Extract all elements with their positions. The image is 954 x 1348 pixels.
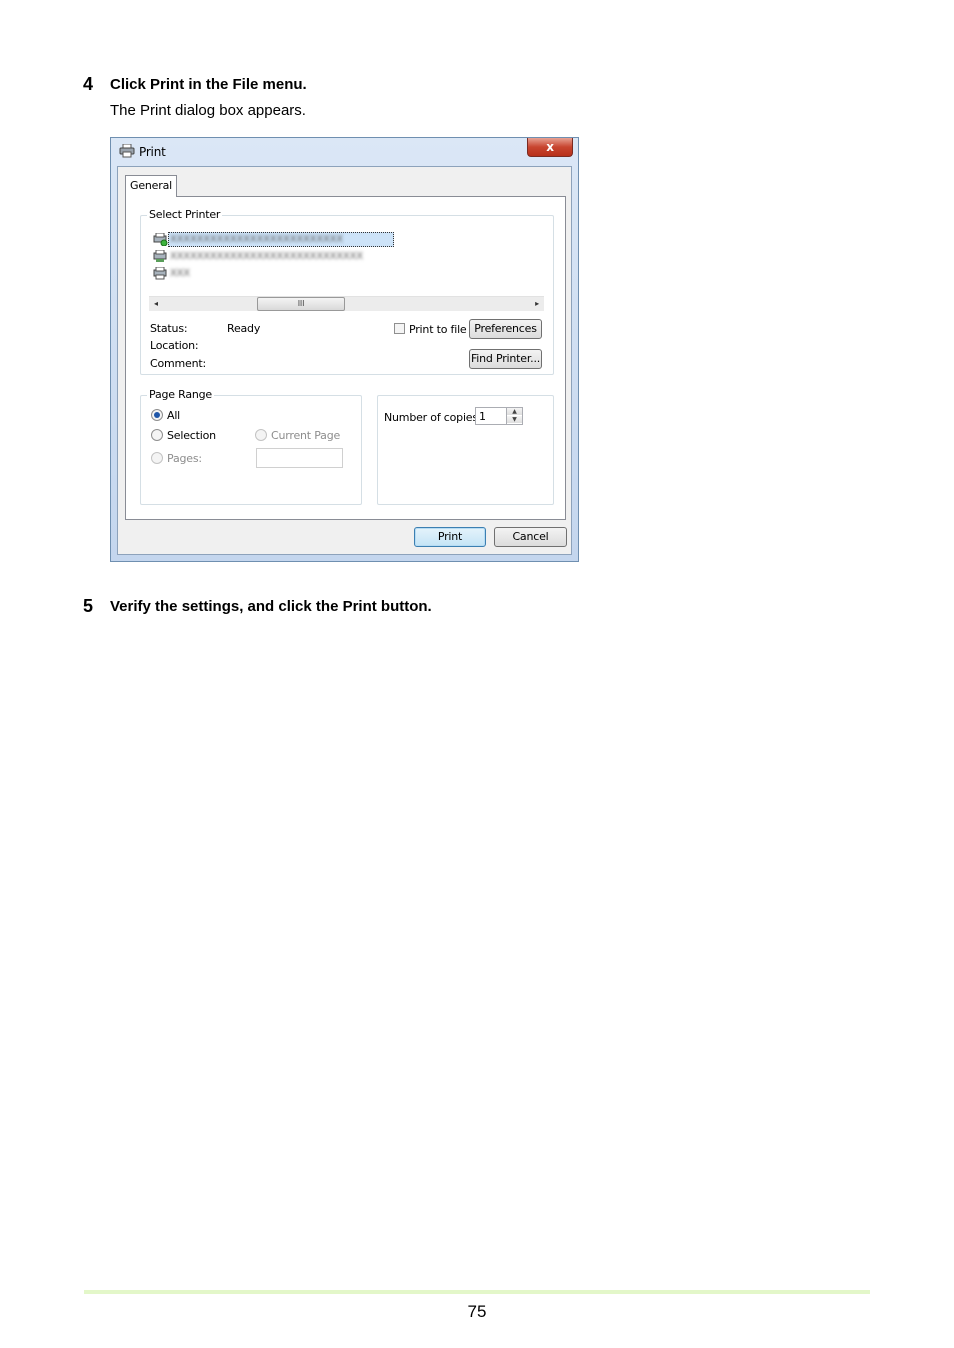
pages-label: Pages: [167, 452, 202, 465]
step-4-title: Click Print in the File menu. [110, 76, 307, 93]
close-button[interactable]: x [527, 138, 573, 157]
find-printer-button[interactable]: Find Printer... [469, 349, 542, 369]
page-number: 75 [467, 1302, 487, 1321]
network-printer-icon [153, 249, 168, 263]
page-range-group: Page Range All Selection Current Page Pa… [140, 388, 362, 505]
comment-label: Comment: [150, 357, 206, 370]
scroll-right-icon[interactable]: ▸ [535, 299, 539, 308]
current-page-label: Current Page [271, 429, 341, 442]
printer-icon [153, 266, 168, 280]
select-printer-group: Select Printer XXXXXXXXXXXXXXXXXXXXXXXXX… [140, 208, 554, 375]
step-4-number: 4 [83, 74, 94, 94]
printer-name: XXX [170, 268, 190, 279]
step-5-title: Verify the settings, and click the Print… [110, 598, 432, 615]
cancel-button[interactable]: Cancel [494, 527, 567, 547]
all-radio[interactable] [151, 409, 163, 421]
copies-spinner[interactable]: ▲ ▼ [506, 408, 522, 424]
selection-label: Selection [167, 429, 216, 442]
horizontal-scrollbar[interactable]: ◂ III ▸ [149, 296, 544, 311]
preferences-button[interactable]: Preferences [469, 319, 542, 339]
scroll-left-icon[interactable]: ◂ [154, 299, 158, 308]
status-value: Ready [227, 322, 261, 335]
pages-radio[interactable] [151, 452, 163, 464]
network-printer-default-icon [153, 232, 168, 247]
print-to-file-checkbox[interactable] [394, 323, 405, 334]
spin-down-icon[interactable]: ▼ [507, 416, 522, 423]
copies-group: Number of copies: 1 ▲ ▼ [377, 395, 554, 505]
select-printer-label: Select Printer [147, 208, 223, 221]
copies-input[interactable]: 1 ▲ ▼ [475, 407, 523, 425]
print-dialog: Print x General Select Printer XXXXXXXXX… [110, 137, 579, 562]
printer-icon [119, 143, 135, 158]
printer-item[interactable]: XXXXXXXXXXXXXXXXXXXXXXXXXX [153, 232, 403, 248]
number-of-copies-label: Number of copies: [384, 411, 482, 424]
step-4-description: The Print dialog box appears. [110, 102, 306, 119]
status-label: Status: [150, 322, 188, 335]
selection-radio[interactable] [151, 429, 163, 441]
spin-up-icon[interactable]: ▲ [507, 408, 522, 415]
page-range-label: Page Range [147, 388, 214, 401]
printer-name: XXXXXXXXXXXXXXXXXXXXXXXXXXXXX [170, 251, 363, 262]
all-label: All [167, 409, 181, 422]
dialog-client-area: General Select Printer XXXXXXXXXXXXXXXXX… [117, 166, 572, 555]
close-icon: x [546, 140, 554, 154]
general-tab-panel: Select Printer XXXXXXXXXXXXXXXXXXXXXXXXX… [125, 196, 566, 520]
pages-input[interactable] [256, 448, 343, 468]
printer-item[interactable]: XXXXXXXXXXXXXXXXXXXXXXXXXXXXX [153, 249, 403, 265]
current-page-radio[interactable] [255, 429, 267, 441]
print-button[interactable]: Print [414, 527, 486, 547]
location-label: Location: [150, 339, 199, 352]
print-to-file-label: Print to file [409, 323, 467, 336]
tab-general[interactable]: General [125, 175, 177, 197]
dialog-title: Print [139, 145, 166, 159]
footer-rule [84, 1290, 870, 1294]
scroll-thumb[interactable]: III [257, 297, 345, 311]
printer-item[interactable]: XXX [153, 266, 403, 282]
printer-list[interactable]: XXXXXXXXXXXXXXXXXXXXXXXXXX XXXXXXXXXXXXX… [149, 230, 545, 294]
printer-name: XXXXXXXXXXXXXXXXXXXXXXXXXX [170, 234, 343, 245]
step-5-number: 5 [83, 596, 94, 616]
copies-value: 1 [479, 410, 486, 423]
